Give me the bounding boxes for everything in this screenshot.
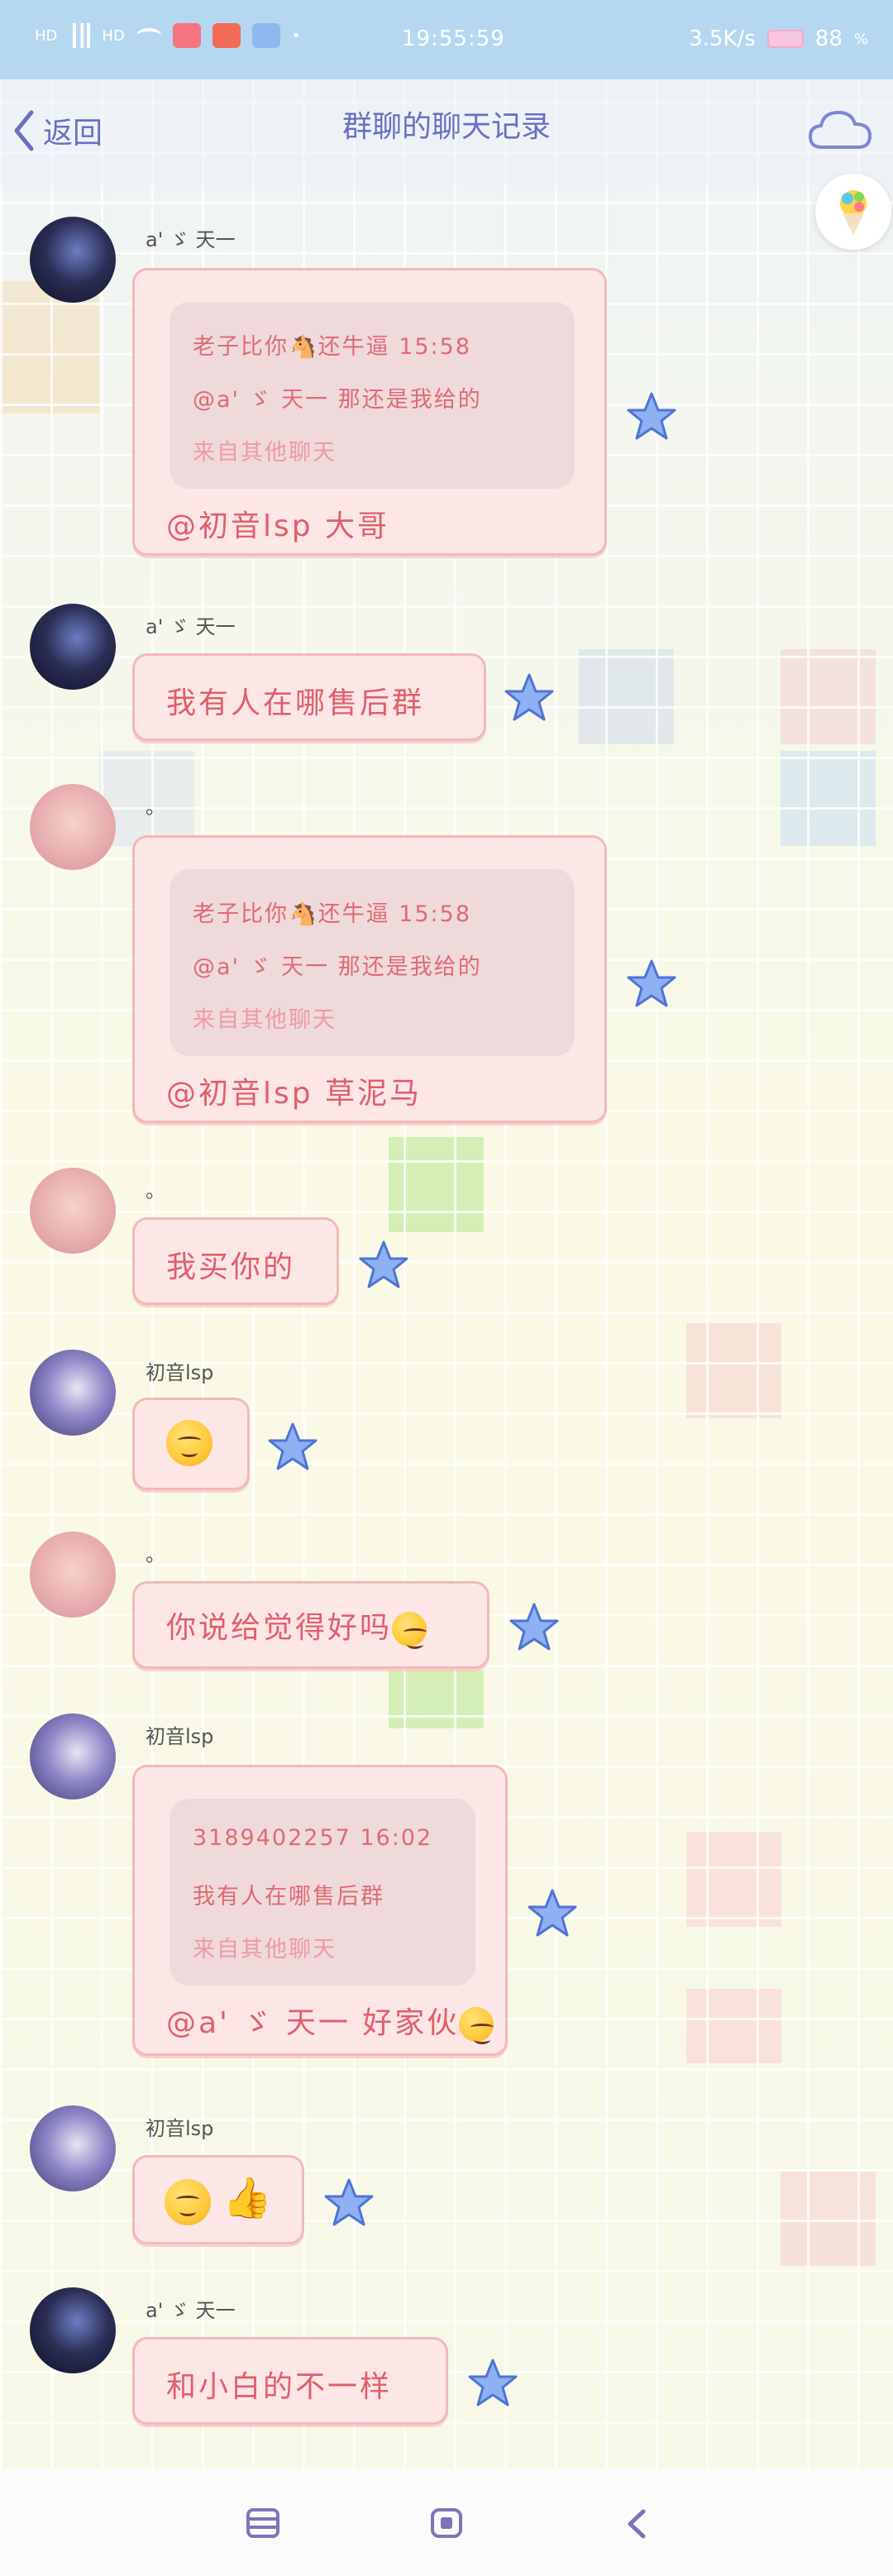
sender-name: 初音lsp: [146, 1361, 214, 1384]
message-text: 你说给觉得好吗: [166, 1603, 427, 1649]
network-speed: 3.5K/s: [689, 26, 756, 51]
clock: 19:55:59: [402, 26, 505, 51]
status-icons-right: 3.5K/s 88 %: [689, 26, 868, 51]
vibrate-icon: [766, 30, 804, 48]
battery-unit: %: [853, 30, 868, 48]
app-notification-icon-2: [212, 23, 241, 48]
star-icon: [509, 1603, 559, 1651]
avatar[interactable]: [30, 1168, 116, 1254]
quote-line: @a' ゞ 天一 那还是我给的: [193, 387, 482, 413]
message-bubble[interactable]: 3189402257 16:02 我有人在哪售后群 来自其他聊天 @a' ゞ 天…: [132, 1765, 508, 2056]
cloud-icon[interactable]: [807, 106, 873, 155]
message-bubble[interactable]: 老子比你🐴还牛逼 15:58 @a' ゞ 天一 那还是我给的 来自其他聊天 @初…: [132, 835, 607, 1123]
sender-name: 。: [146, 796, 165, 819]
signal-icon: HD: [35, 26, 58, 45]
quoted-message[interactable]: 老子比你🐴还牛逼 15:58 @a' ゞ 天一 那还是我给的 来自其他聊天: [170, 302, 575, 489]
quote-line: 我有人在哪售后群: [193, 1884, 384, 1909]
sender-name: 。: [146, 1543, 165, 1566]
quote-line: 老子比你🐴还牛逼 15:58: [193, 901, 472, 927]
status-bar: HD HD • 19:55:59 3.5K/s 88 %: [0, 0, 893, 79]
quote-source: 来自其他聊天: [193, 440, 337, 466]
ice-cream-icon: [840, 190, 867, 235]
grin-face-icon: [165, 2179, 211, 2225]
sender-name: a' ゞ 天一: [146, 228, 236, 251]
message-bubble[interactable]: [132, 1398, 250, 1490]
avatar[interactable]: [30, 2287, 116, 2373]
chat-header: 返回 群聊的聊天记录: [0, 79, 893, 185]
star-icon: [468, 2359, 518, 2406]
avatar[interactable]: [30, 1532, 116, 1618]
back-nav-icon[interactable]: [625, 2508, 648, 2540]
more-dot-icon: •: [291, 26, 301, 45]
star-icon: [504, 673, 554, 721]
avatar[interactable]: [30, 784, 116, 870]
system-navigation-bar: [0, 2468, 893, 2576]
sender-name: a' ゞ 天一: [146, 2299, 236, 2322]
sender-name: 初音lsp: [146, 1725, 214, 1748]
star-icon: [627, 392, 676, 440]
menu-icon[interactable]: [246, 2508, 279, 2538]
signal-icon-2: HD: [102, 26, 125, 45]
star-icon: [359, 1240, 408, 1288]
status-icons-left: HD HD •: [35, 23, 300, 48]
message-bubble[interactable]: 👍: [132, 2155, 304, 2244]
message-text: 我有人在哪售后群: [166, 686, 425, 720]
message-text-content: @a' ゞ 天一 好家伙: [166, 2006, 460, 2040]
message-text: @初音lsp 草泥马: [166, 1077, 423, 1111]
star-icon: [268, 1422, 318, 1470]
quoted-message[interactable]: 3189402257 16:02 我有人在哪售后群 来自其他聊天: [170, 1799, 475, 1986]
page-title: 群聊的聊天记录: [341, 110, 551, 144]
star-icon: [324, 2178, 374, 2226]
floating-theme-button[interactable]: [815, 174, 891, 250]
avatar[interactable]: [30, 2105, 116, 2191]
home-icon[interactable]: [430, 2508, 463, 2538]
message-bubble[interactable]: 你说给觉得好吗: [132, 1581, 489, 1669]
avatar[interactable]: [30, 217, 116, 303]
message-text: 我买你的: [166, 1250, 296, 1284]
message-bubble[interactable]: 和小白的不一样: [132, 2337, 448, 2425]
battery-level: 88: [814, 26, 843, 51]
quote-line: 老子比你🐴还牛逼 15:58: [193, 334, 472, 360]
sender-name: 。: [146, 1179, 165, 1202]
star-icon: [627, 959, 676, 1007]
message-bubble[interactable]: 我买你的: [132, 1217, 339, 1305]
message-text: @初音lsp 大哥: [166, 509, 390, 543]
message-bubble[interactable]: 老子比你🐴还牛逼 15:58 @a' ゞ 天一 那还是我给的 来自其他聊天 @初…: [132, 268, 607, 556]
quote-source: 来自其他聊天: [193, 1007, 337, 1033]
smirk-face-icon: [459, 2007, 494, 2044]
sender-name: a' ゞ 天一: [146, 615, 236, 638]
quote-line: @a' ゞ 天一 那还是我给的: [193, 954, 482, 980]
signal-bars-icon: [69, 23, 91, 48]
message-text-content: 你说给觉得好吗: [166, 1611, 393, 1645]
message-text: 和小白的不一样: [166, 2370, 393, 2404]
quoted-message[interactable]: 老子比你🐴还牛逼 15:58 @a' ゞ 天一 那还是我给的 来自其他聊天: [170, 869, 575, 1056]
thumbs-up-icon: 👍: [222, 2175, 272, 2221]
avatar[interactable]: [30, 1350, 116, 1436]
wifi-icon: [136, 28, 161, 43]
quote-source: 来自其他聊天: [193, 1937, 337, 1962]
message-text: @a' ゞ 天一 好家伙: [166, 1999, 494, 2044]
avatar[interactable]: [30, 1713, 116, 1799]
sender-name: 初音lsp: [146, 2117, 214, 2140]
quote-line: 3189402257 16:02: [193, 1825, 433, 1851]
smirk-face-icon: [166, 1420, 213, 1466]
app-notification-icon-1: [172, 23, 201, 48]
avatar[interactable]: [30, 604, 116, 690]
app-notification-icon-3: [251, 23, 280, 48]
message-bubble[interactable]: 我有人在哪售后群: [132, 653, 486, 741]
star-icon: [528, 1889, 577, 1937]
laughing-face-icon: [392, 1612, 427, 1649]
